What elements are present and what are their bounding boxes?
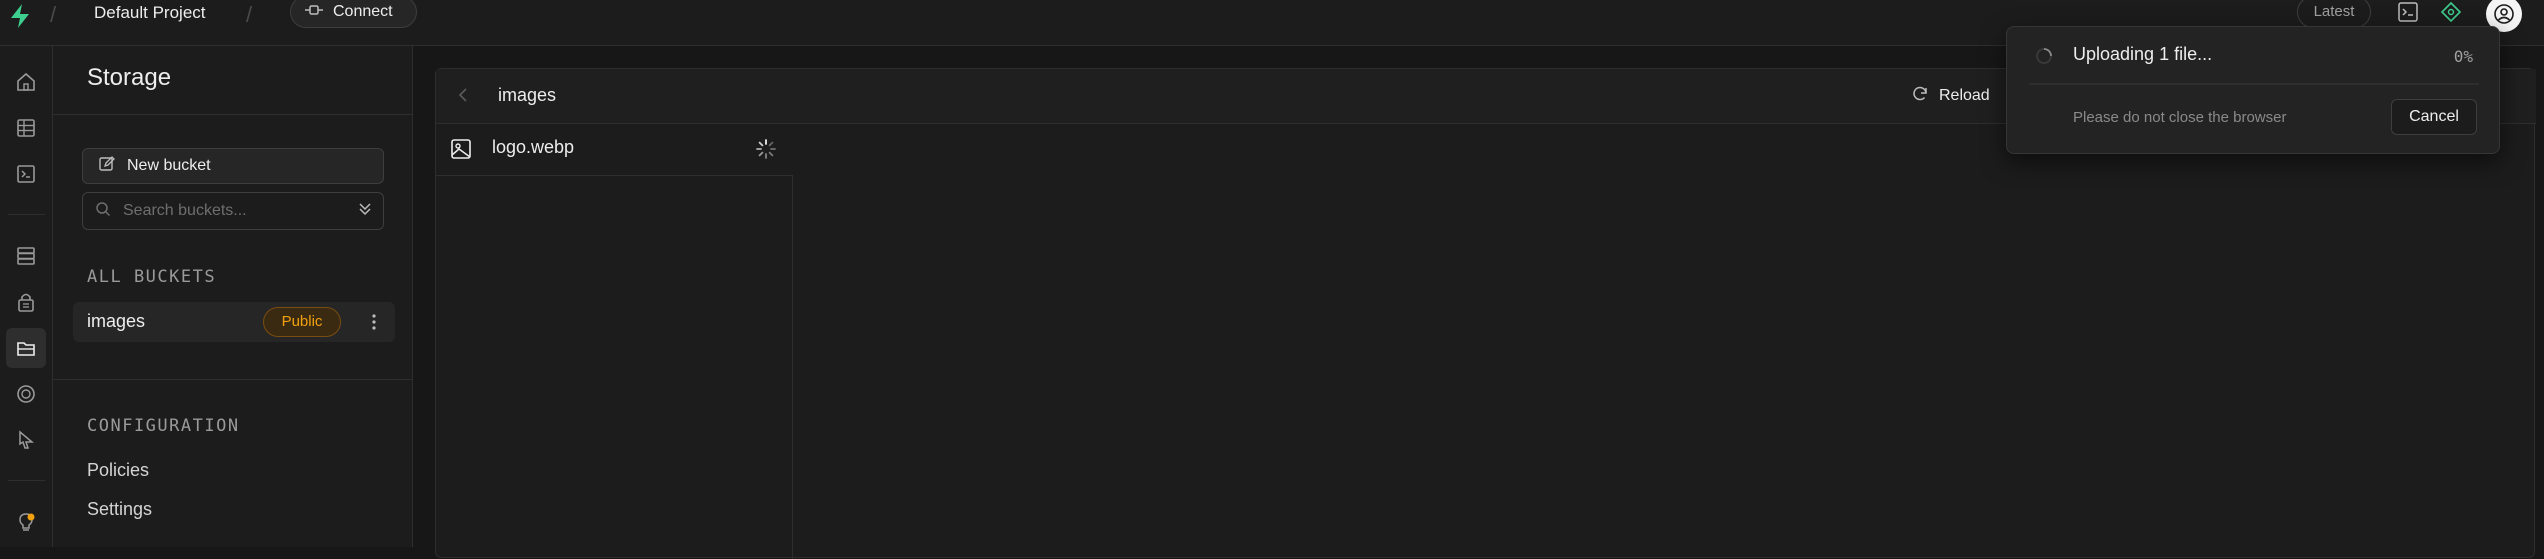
sort-chevrons-icon[interactable] — [357, 201, 373, 222]
project-name[interactable]: Default Project — [94, 0, 206, 28]
rail-divider — [8, 214, 45, 215]
table-editor-icon[interactable] — [6, 108, 46, 148]
sql-editor-icon[interactable] — [6, 154, 46, 194]
bucket-name: images — [87, 311, 146, 331]
new-bucket-button[interactable]: New bucket — [82, 148, 384, 184]
configuration-heading: CONFIGURATION — [87, 416, 240, 436]
rail-divider — [8, 480, 45, 481]
upload-note: Please do not close the browser — [2073, 109, 2287, 126]
divider — [53, 379, 413, 380]
terminal-icon[interactable] — [2393, 0, 2423, 26]
plug-icon — [305, 3, 323, 22]
connect-label: Connect — [333, 3, 393, 20]
image-file-icon — [450, 138, 472, 165]
loading-spinner-icon — [2035, 47, 2053, 70]
file-name: logo.webp — [492, 137, 575, 157]
edge-functions-icon[interactable] — [6, 420, 46, 460]
breadcrumb-separator: / — [246, 2, 253, 27]
realtime-icon[interactable] — [6, 374, 46, 414]
current-path: images — [498, 85, 557, 105]
upload-progress-bar — [2029, 83, 2479, 85]
refresh-icon — [1911, 85, 1929, 108]
breadcrumb-separator: / — [50, 2, 57, 27]
home-icon[interactable] — [6, 62, 46, 102]
bucket-item-images[interactable]: images Public — [73, 302, 395, 342]
nav-rail — [0, 46, 53, 547]
upload-percent: 0% — [2453, 47, 2473, 66]
authentication-icon[interactable] — [6, 282, 46, 322]
advisors-icon[interactable] — [6, 502, 46, 542]
file-column: logo.webp — [436, 124, 793, 559]
storage-icon[interactable] — [6, 328, 46, 368]
diamond-icon[interactable] — [2436, 0, 2466, 26]
sidebar-title: Storage — [87, 64, 172, 91]
loading-spinner-icon — [755, 138, 777, 165]
divider — [53, 114, 413, 115]
edit-icon — [99, 155, 115, 177]
chevron-left-icon[interactable] — [456, 85, 470, 110]
upload-title: Uploading 1 file... — [2073, 44, 2213, 64]
supabase-logo-icon[interactable] — [6, 2, 34, 30]
file-row[interactable]: logo.webp — [436, 124, 793, 176]
reload-button[interactable]: Reload — [1911, 81, 1990, 111]
more-options-icon[interactable] — [359, 307, 389, 337]
all-buckets-heading: ALL BUCKETS — [87, 267, 217, 287]
search-buckets-field[interactable] — [82, 192, 384, 230]
connect-button[interactable]: Connect — [290, 0, 417, 28]
search-buckets-input[interactable] — [121, 201, 341, 221]
database-icon[interactable] — [6, 236, 46, 276]
search-icon — [95, 201, 111, 222]
settings-link[interactable]: Settings — [87, 499, 152, 520]
upload-toast: Uploading 1 file... 0% Please do not clo… — [2006, 26, 2500, 154]
policies-link[interactable]: Policies — [87, 460, 149, 481]
public-badge: Public — [263, 307, 341, 337]
cancel-upload-button[interactable]: Cancel — [2391, 99, 2477, 135]
new-bucket-label: New bucket — [127, 157, 211, 174]
latest-version-badge[interactable]: Latest — [2297, 0, 2371, 28]
reload-label: Reload — [1939, 87, 1990, 104]
storage-sidebar: Storage New bucket ALL BUCKETS images Pu… — [53, 46, 413, 547]
